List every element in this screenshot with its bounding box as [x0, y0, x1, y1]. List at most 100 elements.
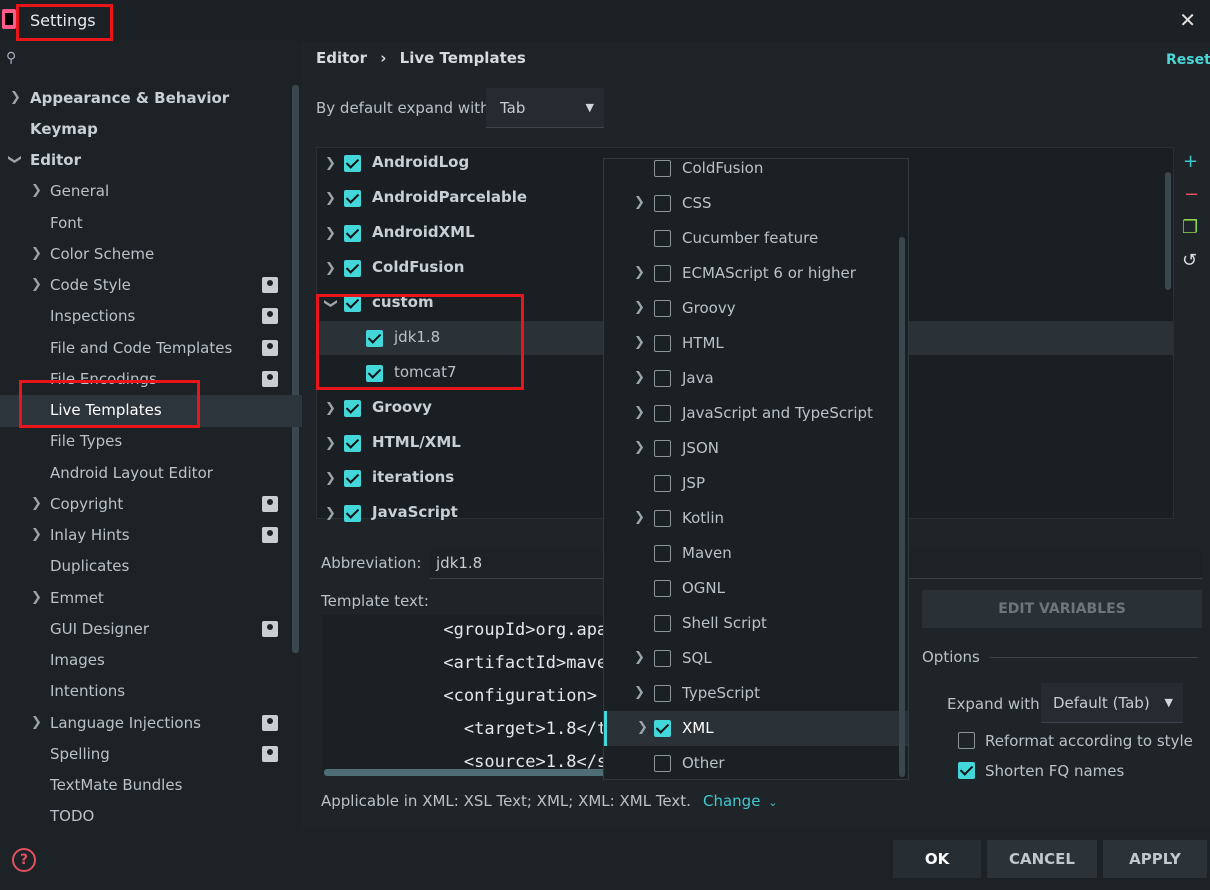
- context-checkbox[interactable]: [654, 370, 671, 387]
- copy-icon[interactable]: ❐: [1182, 217, 1198, 238]
- context-checkbox[interactable]: [654, 720, 671, 737]
- context-item[interactable]: ❯ Java: [604, 361, 908, 396]
- context-item[interactable]: ❯ TypeScript: [604, 676, 908, 711]
- context-item[interactable]: Cucumber feature: [604, 221, 908, 256]
- template-checkbox[interactable]: [344, 260, 361, 277]
- context-checkbox[interactable]: [654, 580, 671, 597]
- sidebar-item-todo[interactable]: TODO: [50, 801, 94, 831]
- ok-button[interactable]: OK: [893, 840, 981, 878]
- chevron-right-icon[interactable]: ❯: [325, 191, 336, 206]
- context-item[interactable]: ❯ JSON: [604, 431, 908, 466]
- context-item[interactable]: OGNL: [604, 571, 908, 606]
- templates-scrollbar[interactable]: [1165, 172, 1171, 290]
- sidebar-item-file-code-templates[interactable]: File and Code Templates: [50, 333, 232, 363]
- sidebar-item-textmate-bundles[interactable]: TextMate Bundles: [50, 770, 182, 800]
- chevron-right-icon[interactable]: ❯: [325, 226, 336, 241]
- change-contexts-link[interactable]: Change ⌄: [703, 792, 777, 810]
- chevron-right-icon[interactable]: ❯: [31, 590, 42, 605]
- template-checkbox[interactable]: [344, 190, 361, 207]
- apply-button[interactable]: APPLY: [1103, 840, 1207, 878]
- chevron-right-icon[interactable]: ❯: [31, 183, 42, 198]
- chevron-right-icon[interactable]: ❯: [634, 195, 645, 210]
- context-checkbox[interactable]: [654, 230, 671, 247]
- sidebar-item-inlay-hints[interactable]: Inlay Hints: [50, 520, 130, 550]
- context-checkbox[interactable]: [654, 440, 671, 457]
- chevron-down-icon[interactable]: ❯: [7, 154, 22, 165]
- remove-icon[interactable]: −: [1184, 184, 1199, 205]
- chevron-right-icon[interactable]: ❯: [325, 156, 336, 171]
- sidebar-item-gui-designer[interactable]: GUI Designer: [50, 614, 149, 644]
- chevron-right-icon[interactable]: ❯: [634, 265, 645, 280]
- chevron-right-icon[interactable]: ❯: [634, 335, 645, 350]
- context-item[interactable]: Other: [604, 746, 908, 781]
- sidebar-item-editor[interactable]: Editor: [30, 145, 81, 175]
- context-checkbox[interactable]: [654, 510, 671, 527]
- context-item[interactable]: JSP: [604, 466, 908, 501]
- restore-icon[interactable]: ↺: [1182, 250, 1197, 271]
- chevron-right-icon[interactable]: ❯: [10, 90, 21, 105]
- context-checkbox[interactable]: [654, 300, 671, 317]
- template-checkbox[interactable]: [344, 225, 361, 242]
- sidebar-item-images[interactable]: Images: [50, 645, 105, 675]
- sidebar-item-intentions[interactable]: Intentions: [50, 676, 125, 706]
- expand-with-select[interactable]: Default (Tab) ▼: [1041, 683, 1183, 723]
- context-item[interactable]: Maven: [604, 536, 908, 571]
- chevron-right-icon[interactable]: ❯: [634, 370, 645, 385]
- sidebar-item-android-layout-editor[interactable]: Android Layout Editor: [50, 458, 213, 488]
- chevron-right-icon[interactable]: ❯: [31, 246, 42, 261]
- context-checkbox[interactable]: [654, 405, 671, 422]
- context-checkbox[interactable]: [654, 755, 671, 772]
- template-checkbox[interactable]: [344, 505, 361, 522]
- sidebar-item-general[interactable]: General: [50, 176, 109, 206]
- chevron-right-icon[interactable]: ❯: [634, 685, 645, 700]
- chevron-right-icon[interactable]: ❯: [634, 510, 645, 525]
- sidebar-item-duplicates[interactable]: Duplicates: [50, 551, 129, 581]
- chevron-right-icon[interactable]: ❯: [325, 401, 336, 416]
- context-item[interactable]: ❯ Kotlin: [604, 501, 908, 536]
- shorten-fq-checkbox[interactable]: [958, 762, 975, 779]
- context-checkbox[interactable]: [654, 335, 671, 352]
- context-item[interactable]: ❯ Groovy: [604, 291, 908, 326]
- sidebar-item-file-types[interactable]: File Types: [50, 426, 122, 456]
- chevron-right-icon[interactable]: ❯: [634, 440, 645, 455]
- chevron-right-icon[interactable]: ❯: [31, 277, 42, 292]
- sidebar-item-emmet[interactable]: Emmet: [50, 583, 104, 613]
- add-icon[interactable]: +: [1183, 151, 1198, 172]
- context-item[interactable]: ❯ CSS: [604, 186, 908, 221]
- context-item[interactable]: Shell Script: [604, 606, 908, 641]
- chevron-right-icon[interactable]: ❯: [325, 261, 336, 276]
- chevron-right-icon[interactable]: ❯: [634, 650, 645, 665]
- sidebar-item-inspections[interactable]: Inspections: [50, 301, 135, 331]
- context-checkbox[interactable]: [654, 685, 671, 702]
- context-item[interactable]: ❯ ECMAScript 6 or higher: [604, 256, 908, 291]
- template-text-editor[interactable]: <groupId>org.apa <artifactId>mave <confi…: [322, 615, 612, 775]
- sidebar-item-keymap[interactable]: Keymap: [30, 114, 98, 144]
- edit-variables-button[interactable]: EDIT VARIABLES: [922, 590, 1202, 628]
- sidebar-item-spelling[interactable]: Spelling: [50, 739, 110, 769]
- template-checkbox[interactable]: [344, 155, 361, 172]
- chevron-right-icon[interactable]: ❯: [325, 436, 336, 451]
- cancel-button[interactable]: CANCEL: [987, 840, 1097, 878]
- sidebar-item-color-scheme[interactable]: Color Scheme: [50, 239, 154, 269]
- sidebar-item-code-style[interactable]: Code Style: [50, 270, 131, 300]
- chevron-right-icon[interactable]: ❯: [31, 527, 42, 542]
- help-icon[interactable]: ?: [12, 848, 36, 872]
- chevron-right-icon[interactable]: ❯: [31, 715, 42, 730]
- context-item[interactable]: ❯ XML: [604, 711, 908, 746]
- search-icon[interactable]: ⚲: [6, 50, 16, 66]
- sidebar-item-language-injections[interactable]: Language Injections: [50, 708, 201, 738]
- default-expand-select[interactable]: Tab ▼: [486, 88, 604, 128]
- context-item[interactable]: ❯ JavaScript and TypeScript: [604, 396, 908, 431]
- context-item[interactable]: ❯ HTML: [604, 326, 908, 361]
- context-checkbox[interactable]: [654, 650, 671, 667]
- context-checkbox[interactable]: [654, 545, 671, 562]
- breadcrumb-parent[interactable]: Editor: [316, 49, 367, 67]
- context-item[interactable]: ColdFusion: [604, 151, 908, 186]
- context-item[interactable]: ❯ SQL: [604, 641, 908, 676]
- context-checkbox[interactable]: [654, 195, 671, 212]
- chevron-right-icon[interactable]: ❯: [325, 506, 336, 521]
- template-checkbox[interactable]: [344, 435, 361, 452]
- sidebar-scrollbar[interactable]: [292, 85, 299, 653]
- reset-link[interactable]: Reset: [1166, 52, 1210, 68]
- template-checkbox[interactable]: [344, 400, 361, 417]
